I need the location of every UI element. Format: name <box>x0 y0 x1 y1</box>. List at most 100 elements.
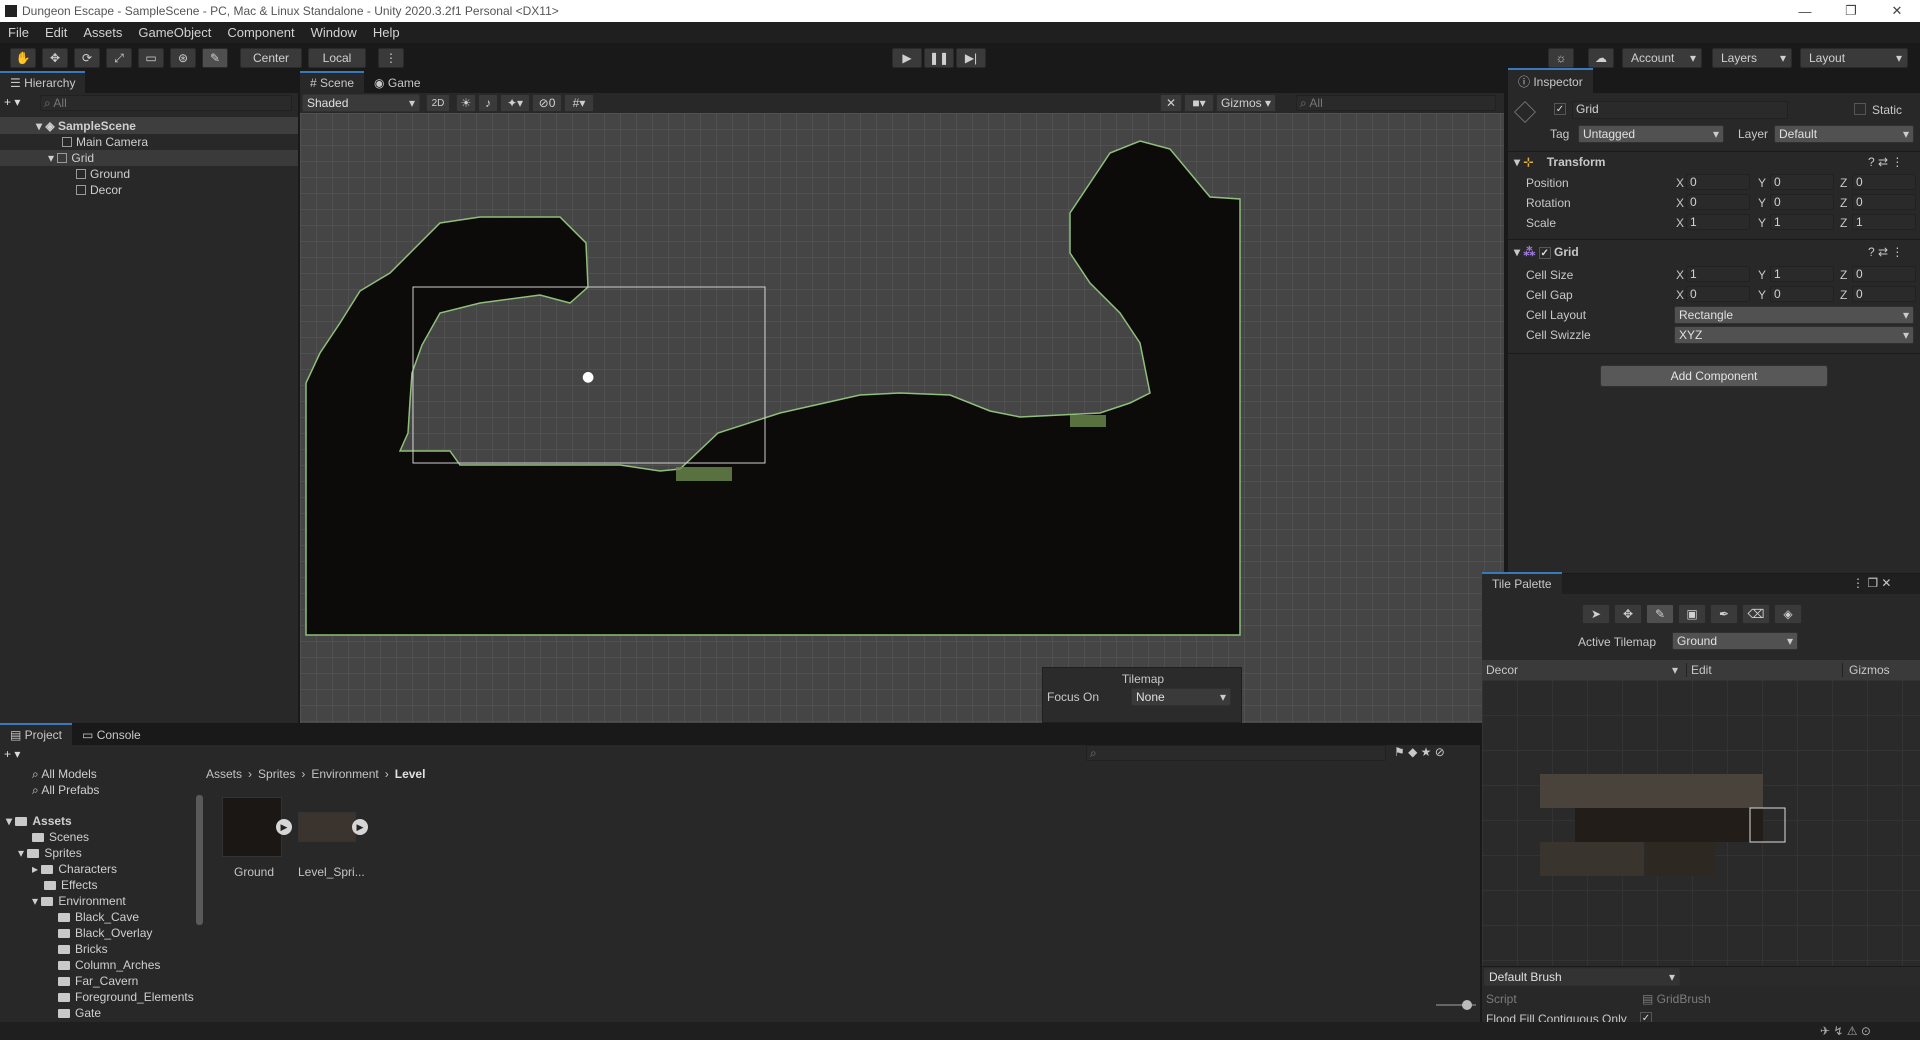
grid-component-header[interactable]: ▾ ⁂ ✓ Grid <box>1514 245 1579 259</box>
tab-inspector[interactable]: ⓘ Inspector <box>1508 68 1593 93</box>
tab-project[interactable]: ▤ Project <box>0 723 73 745</box>
active-tilemap-dropdown[interactable]: Ground <box>1672 632 1798 650</box>
cell-gap-y-input[interactable]: 0 <box>1770 286 1834 302</box>
transform-header[interactable]: ▾ ⊹ Transform <box>1514 155 1605 169</box>
active-checkbox[interactable]: ✓ <box>1554 103 1566 115</box>
close-icon[interactable]: ✕ <box>1874 0 1920 22</box>
cell-gap-x-input[interactable]: 0 <box>1686 286 1750 302</box>
rotation-x-input[interactable]: 0 <box>1686 194 1750 210</box>
rotate-tool-icon[interactable]: ⟳ <box>74 48 100 68</box>
create-asset-button[interactable]: + ▾ <box>4 747 20 761</box>
menu-assets[interactable]: Assets <box>75 25 130 40</box>
minimize-icon[interactable]: — <box>1782 0 1828 22</box>
layout-dropdown[interactable]: Layout ▾ <box>1800 48 1908 68</box>
menu-edit[interactable]: Edit <box>37 25 75 40</box>
tree-item-far-cavern[interactable]: Far_Cavern <box>58 974 138 988</box>
hierarchy-item-decor[interactable]: Decor <box>76 183 122 197</box>
breadcrumb-level[interactable]: Level <box>395 767 426 781</box>
object-name-input[interactable]: Grid <box>1572 101 1788 119</box>
snap-grid-icon[interactable]: ⋮ <box>378 48 404 68</box>
scale-z-input[interactable]: 1 <box>1852 214 1916 230</box>
eraser-icon[interactable]: ⌫ <box>1742 604 1770 624</box>
palette-edit-button[interactable]: Edit <box>1686 663 1712 677</box>
tab-tile-palette[interactable]: Tile Palette <box>1482 572 1562 594</box>
cell-gap-z-input[interactable]: 0 <box>1852 286 1916 302</box>
add-object-button[interactable]: + ▾ <box>4 95 32 111</box>
zoom-slider-handle[interactable] <box>1462 1000 1472 1010</box>
shading-mode-dropdown[interactable]: Shaded <box>302 94 420 112</box>
palette-gizmos-button[interactable]: Gizmos <box>1842 663 1890 677</box>
window-menu-icon[interactable]: ⋮ ❐ ✕ <box>1852 576 1891 590</box>
palette-grid[interactable] <box>1482 680 1920 966</box>
2d-toggle-button[interactable]: 2D <box>426 94 450 112</box>
tag-dropdown[interactable]: Untagged <box>1578 125 1724 143</box>
move-tool-icon[interactable]: ✥ <box>1614 604 1642 624</box>
asset-level-sprites[interactable]: ▶ Level_Spri... <box>298 797 368 887</box>
project-search-input[interactable]: ⌕ <box>1086 745 1386 761</box>
hierarchy-item-main-camera[interactable]: Main Camera <box>62 135 148 149</box>
tree-item-black-cave[interactable]: Black_Cave <box>58 910 139 924</box>
select-tool-icon[interactable]: ➤ <box>1582 604 1610 624</box>
tab-game[interactable]: ◉ Game <box>364 73 431 93</box>
scene-search-input[interactable]: ⌕ All <box>1296 95 1496 111</box>
collab-icon[interactable]: ☼ <box>1548 48 1574 68</box>
position-y-input[interactable]: 0 <box>1770 174 1834 190</box>
expand-icon[interactable]: ▶ <box>276 819 292 835</box>
box-fill-icon[interactable]: ▣ <box>1678 604 1706 624</box>
favorite-all-models[interactable]: ⌕ All Models <box>32 767 97 782</box>
tree-item-gate[interactable]: Gate <box>58 1006 101 1020</box>
cell-swizzle-dropdown[interactable]: XYZ <box>1674 326 1914 344</box>
hierarchy-item-grid[interactable]: ▾ Grid <box>48 151 94 165</box>
paint-tool-icon[interactable]: ✎ <box>202 48 228 68</box>
cloud-icon[interactable]: ☁ <box>1588 48 1614 68</box>
fill-bucket-icon[interactable]: ◈ <box>1774 604 1802 624</box>
camera-icon[interactable]: ■▾ <box>1184 94 1214 112</box>
breadcrumb-environment[interactable]: Environment <box>311 767 378 781</box>
pivot-center-button[interactable]: Center <box>240 48 302 68</box>
menu-window[interactable]: Window <box>303 25 365 40</box>
play-button[interactable]: ▶ <box>892 48 922 68</box>
menu-gameobject[interactable]: GameObject <box>130 25 219 40</box>
pivot-local-button[interactable]: Local <box>308 48 366 68</box>
tree-item-sprites[interactable]: ▾ Sprites <box>18 846 82 860</box>
tree-item-characters[interactable]: ▸ Characters <box>32 862 117 876</box>
brush-tool-icon[interactable]: ✎ <box>1646 604 1674 624</box>
audio-icon[interactable]: ♪ <box>478 94 498 112</box>
cell-size-z-input[interactable]: 0 <box>1852 266 1916 282</box>
status-icons[interactable]: ✈ ↯ ⚠ ⊙ <box>1820 1024 1871 1038</box>
tree-item-effects[interactable]: Effects <box>44 878 97 892</box>
cell-size-x-input[interactable]: 1 <box>1686 266 1750 282</box>
lighting-icon[interactable]: ☀ <box>456 94 476 112</box>
menu-component[interactable]: Component <box>219 25 302 40</box>
hierarchy-item-ground[interactable]: Ground <box>76 167 130 181</box>
cell-size-y-input[interactable]: 1 <box>1770 266 1834 282</box>
tree-item-assets[interactable]: ▾ Assets <box>6 814 72 828</box>
picker-icon[interactable]: ✒ <box>1710 604 1738 624</box>
expand-icon[interactable]: ▶ <box>352 819 368 835</box>
breadcrumb-assets[interactable]: Assets <box>206 767 242 781</box>
pause-button[interactable]: ❚❚ <box>924 48 954 68</box>
scene-view[interactable]: ● <box>300 113 1504 723</box>
breadcrumb-sprites[interactable]: Sprites <box>258 767 295 781</box>
scale-y-input[interactable]: 1 <box>1770 214 1834 230</box>
grid-enabled-checkbox[interactable]: ✓ <box>1538 247 1551 259</box>
tree-item-bricks[interactable]: Bricks <box>58 942 108 956</box>
brush-dropdown[interactable]: Default Brush <box>1484 968 1680 986</box>
move-tool-icon[interactable]: ✥ <box>42 48 68 68</box>
hierarchy-item-samplescene[interactable]: ▾ ◈ SampleScene <box>36 119 136 133</box>
rotation-z-input[interactable]: 0 <box>1852 194 1916 210</box>
hand-tool-icon[interactable]: ✋ <box>10 48 36 68</box>
tree-item-environment[interactable]: ▾ Environment <box>32 894 126 908</box>
static-checkbox[interactable] <box>1854 103 1866 115</box>
tree-item-black-overlay[interactable]: Black_Overlay <box>58 926 152 940</box>
maximize-icon[interactable]: ❐ <box>1828 0 1874 22</box>
tab-scene[interactable]: # Scene <box>300 71 365 93</box>
tree-item-foreground-elements[interactable]: Foreground_Elements <box>58 990 194 1004</box>
tree-scrollbar[interactable] <box>196 795 203 925</box>
tree-item-scenes[interactable]: Scenes <box>32 830 89 844</box>
effects-icon[interactable]: ✦▾ <box>500 94 530 112</box>
layer-dropdown[interactable]: Default <box>1774 125 1914 143</box>
gizmos-dropdown[interactable]: Gizmos ▾ <box>1216 94 1276 112</box>
tools-icon[interactable]: ✕ <box>1160 94 1182 112</box>
cell-layout-dropdown[interactable]: Rectangle <box>1674 306 1914 324</box>
